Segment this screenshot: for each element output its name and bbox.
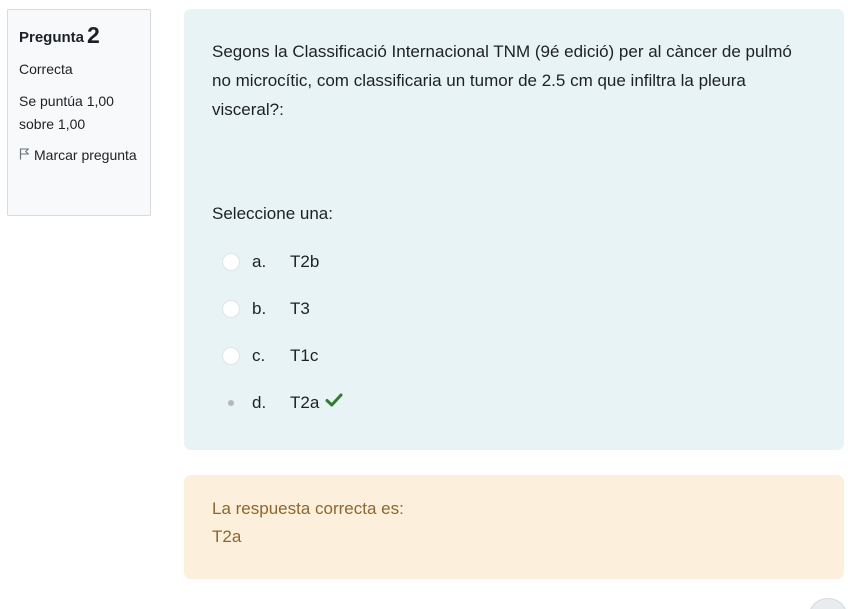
question-grade: Se puntúa 1,00 sobre 1,00	[19, 93, 114, 132]
question-content: Segons la Classificació Internacional TN…	[184, 9, 844, 450]
correct-answer-feedback: La respuesta correcta es: T2a	[184, 475, 844, 579]
correct-check-icon	[325, 392, 343, 413]
answer-radio-c[interactable]	[222, 346, 240, 365]
answer-option-c[interactable]: c. T1c	[212, 332, 816, 379]
feedback-answer: T2a	[212, 527, 242, 546]
answer-list: a. T2b b. T3 c. T1c d. T2a	[212, 238, 816, 426]
question-number-heading: Pregunta 2	[19, 22, 140, 51]
question-text: Segons la Classificació Internacional TN…	[212, 42, 792, 119]
answer-text: T2b	[290, 251, 320, 271]
answer-option-d[interactable]: d. T2a	[212, 379, 816, 426]
answer-prompt: Seleccione una:	[212, 204, 333, 223]
answer-option-a[interactable]: a. T2b	[212, 238, 816, 285]
question-number: 2	[87, 22, 100, 48]
question-state: Correcta	[19, 61, 73, 77]
floating-action-button[interactable]	[808, 598, 848, 609]
answer-letter: c.	[252, 345, 266, 365]
answer-radio-a[interactable]	[222, 252, 240, 271]
selected-dot	[228, 399, 234, 406]
quiz-review-page: Pregunta 2 Correcta Se puntúa 1,00 sobre …	[0, 0, 848, 609]
answer-letter: a.	[252, 251, 267, 271]
answer-letter: d.	[252, 392, 267, 412]
flag-question-link[interactable]: Marcar pregunta	[19, 144, 140, 167]
answer-radio-b[interactable]	[222, 299, 240, 318]
question-word: Pregunta	[19, 29, 85, 46]
question-info-panel: Pregunta 2 Correcta Se puntúa 1,00 sobre …	[7, 9, 151, 216]
answer-text: T3	[290, 298, 310, 318]
answer-radio-d[interactable]	[222, 394, 240, 412]
flag-question-label: Marcar pregunta	[34, 147, 137, 163]
answer-letter: b.	[252, 298, 267, 318]
feedback-label: La respuesta correcta es:	[212, 499, 404, 518]
flag-icon	[19, 144, 30, 167]
answer-text: T2a	[290, 392, 320, 412]
answer-option-b[interactable]: b. T3	[212, 285, 816, 332]
answer-text: T1c	[290, 345, 319, 365]
